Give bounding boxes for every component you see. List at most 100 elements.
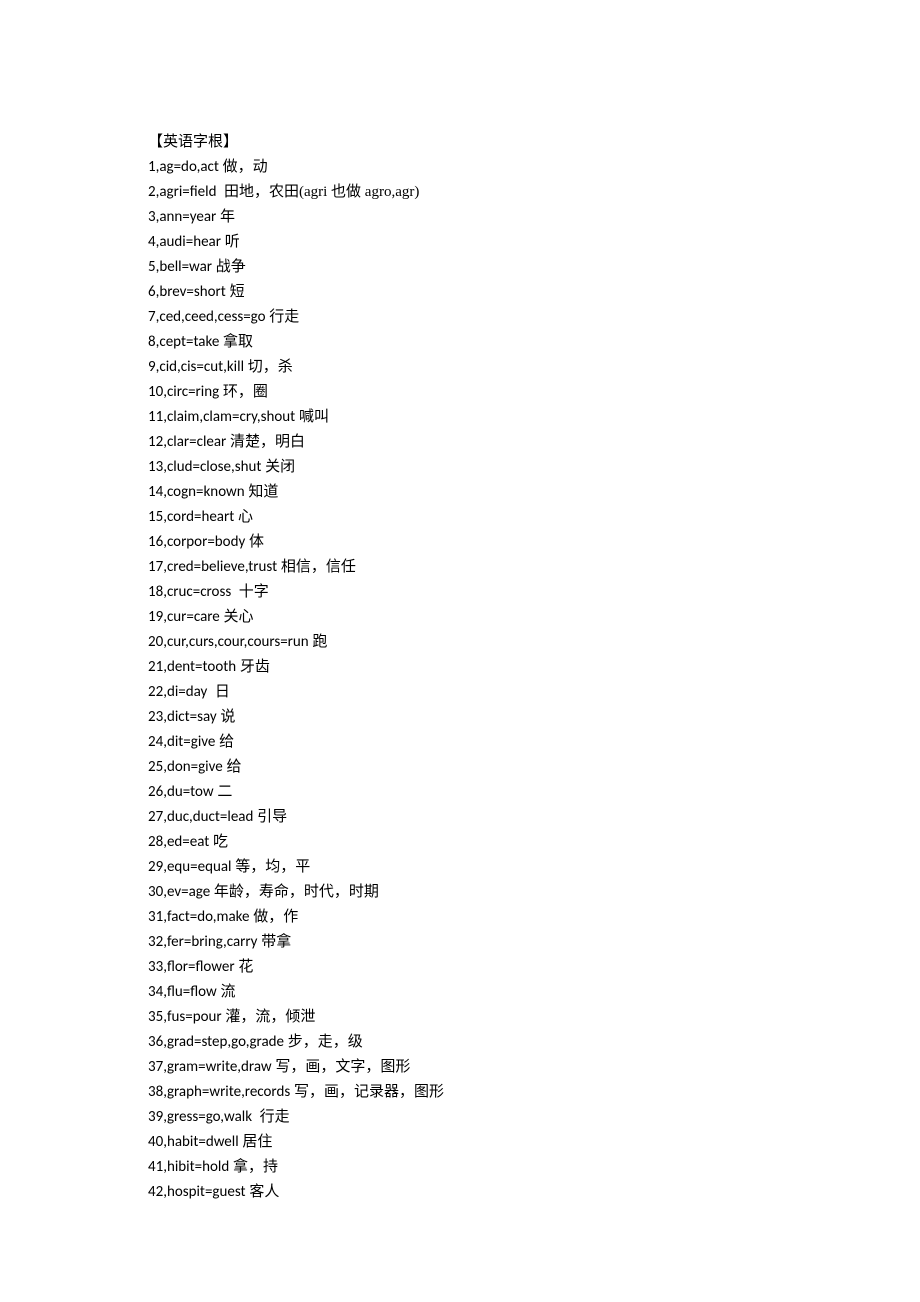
entry-latin: 34,flu=flow: [148, 983, 217, 1001]
entry-chinese: 说: [217, 709, 236, 725]
entry-chinese: 客人: [246, 1184, 280, 1200]
entry-latin: 4,audi=hear: [148, 233, 221, 251]
entry-chinese: 做，作: [249, 909, 298, 925]
entry-chinese: 听: [221, 234, 240, 250]
entry-row: 41,hibit=hold 拿，持: [148, 1155, 920, 1180]
entry-chinese: 关闭: [261, 459, 295, 475]
entry-list: 1,ag=do,act 做，动2,agri=field 田地，农田(agri 也…: [148, 155, 920, 1205]
entry-latin: 7,ced,ceed,cess=go: [148, 308, 266, 326]
entry-latin: 36,grad=step,go,grade: [148, 1033, 284, 1051]
entry-latin: 20,cur,curs,cour,cours=run: [148, 633, 309, 651]
entry-row: 27,duc,duct=lead 引导: [148, 805, 920, 830]
entry-latin: 8,cept=take: [148, 333, 219, 351]
entry-latin: 37,gram=write,draw: [148, 1058, 272, 1076]
entry-chinese: 知道: [245, 484, 279, 500]
entry-latin: 14,cogn=known: [148, 483, 245, 501]
entry-latin: 31,fact=do,make: [148, 908, 249, 926]
entry-row: 14,cogn=known 知道: [148, 480, 920, 505]
entry-row: 2,agri=field 田地，农田(agri 也做 agro,agr): [148, 180, 920, 205]
entry-chinese: 短: [226, 284, 245, 300]
entry-chinese: 带拿: [257, 934, 291, 950]
entry-chinese: 日: [207, 684, 230, 700]
entry-chinese: 行走: [266, 309, 300, 325]
entry-row: 3,ann=year 年: [148, 205, 920, 230]
entry-row: 39,gress=go,walk 行走: [148, 1105, 920, 1130]
entry-chinese: 战争: [212, 259, 246, 275]
entry-latin: 40,habit=dwell: [148, 1133, 239, 1151]
entry-row: 10,circ=ring 环，圈: [148, 380, 920, 405]
entry-row: 35,fus=pour 灌，流，倾泄: [148, 1005, 920, 1030]
entry-row: 38,graph=write,records 写，画，记录器，图形: [148, 1080, 920, 1105]
entry-row: 31,fact=do,make 做，作: [148, 905, 920, 930]
entry-chinese: 拿取: [219, 334, 253, 350]
entry-latin: 38,graph=write,records: [148, 1083, 290, 1101]
entry-row: 11,claim,clam=cry,shout 喊叫: [148, 405, 920, 430]
entry-chinese: 喊叫: [295, 409, 329, 425]
entry-row: 37,gram=write,draw 写，画，文字，图形: [148, 1055, 920, 1080]
entry-row: 21,dent=tooth 牙齿: [148, 655, 920, 680]
entry-chinese: 牙齿: [236, 659, 270, 675]
entry-row: 19,cur=care 关心: [148, 605, 920, 630]
entry-row: 36,grad=step,go,grade 步，走，级: [148, 1030, 920, 1055]
entry-row: 28,ed=eat 吃: [148, 830, 920, 855]
entry-latin: 11,claim,clam=cry,shout: [148, 408, 295, 426]
entry-chinese: 拿，持: [229, 1159, 278, 1175]
entry-chinese: 心: [234, 509, 253, 525]
entry-latin: 29,equ=equal: [148, 858, 232, 876]
entry-latin: 39,gress=go,walk: [148, 1108, 252, 1126]
entry-chinese: 吃: [209, 834, 228, 850]
entry-row: 18,cruc=cross 十字: [148, 580, 920, 605]
entry-row: 40,habit=dwell 居住: [148, 1130, 920, 1155]
entry-latin: 17,cred=believe,trust: [148, 558, 277, 576]
entry-row: 1,ag=do,act 做，动: [148, 155, 920, 180]
entry-latin: 41,hibit=hold: [148, 1158, 229, 1176]
entry-latin: 5,bell=war: [148, 258, 212, 276]
entry-chinese: 田地，农田(agri 也做 agro,agr): [216, 184, 419, 200]
entry-chinese: 写，画，文字，图形: [272, 1059, 411, 1075]
entry-chinese: 体: [245, 534, 264, 550]
entry-latin: 6,brev=short: [148, 283, 226, 301]
entry-latin: 27,duc,duct=lead: [148, 808, 253, 826]
document-page: 【英语字根】 1,ag=do,act 做，动2,agri=field 田地，农田…: [0, 0, 920, 1205]
entry-latin: 18,cruc=cross: [148, 583, 231, 601]
entry-row: 29,equ=equal 等，均，平: [148, 855, 920, 880]
entry-latin: 42,hospit=guest: [148, 1183, 246, 1201]
entry-chinese: 清楚，明白: [226, 434, 305, 450]
entry-chinese: 年: [216, 209, 235, 225]
entry-row: 20,cur,curs,cour,cours=run 跑: [148, 630, 920, 655]
entry-latin: 32,fer=bring,carry: [148, 933, 257, 951]
entry-chinese: 年龄，寿命，时代，时期: [210, 884, 379, 900]
entry-latin: 10,circ=ring: [148, 383, 219, 401]
entry-chinese: 引导: [253, 809, 287, 825]
entry-row: 34,flu=flow 流: [148, 980, 920, 1005]
entry-chinese: 流: [217, 984, 236, 1000]
entry-latin: 33,flor=flower: [148, 958, 235, 976]
entry-chinese: 切，杀: [244, 359, 293, 375]
entry-row: 42,hospit=guest 客人: [148, 1180, 920, 1205]
entry-latin: 3,ann=year: [148, 208, 216, 226]
entry-chinese: 相信，信任: [277, 559, 356, 575]
entry-latin: 1,ag=do,act: [148, 158, 219, 176]
entry-row: 8,cept=take 拿取: [148, 330, 920, 355]
entry-row: 22,di=day 日: [148, 680, 920, 705]
entry-latin: 26,du=tow: [148, 783, 214, 801]
entry-chinese: 给: [223, 759, 242, 775]
entry-row: 25,don=give 给: [148, 755, 920, 780]
entry-chinese: 写，画，记录器，图形: [290, 1084, 444, 1100]
entry-row: 13,clud=close,shut 关闭: [148, 455, 920, 480]
entry-chinese: 灌，流，倾泄: [222, 1009, 316, 1025]
entry-chinese: 做，动: [219, 159, 268, 175]
entry-row: 32,fer=bring,carry 带拿: [148, 930, 920, 955]
entry-latin: 13,clud=close,shut: [148, 458, 261, 476]
entry-row: 24,dit=give 给: [148, 730, 920, 755]
entry-row: 4,audi=hear 听: [148, 230, 920, 255]
entry-latin: 9,cid,cis=cut,kill: [148, 358, 244, 376]
entry-latin: 23,dict=say: [148, 708, 217, 726]
entry-chinese: 步，走，级: [284, 1034, 363, 1050]
entry-row: 15,cord=heart 心: [148, 505, 920, 530]
entry-latin: 2,agri=field: [148, 183, 216, 201]
entry-row: 5,bell=war 战争: [148, 255, 920, 280]
entry-row: 17,cred=believe,trust 相信，信任: [148, 555, 920, 580]
entry-latin: 12,clar=clear: [148, 433, 226, 451]
entry-latin: 25,don=give: [148, 758, 223, 776]
